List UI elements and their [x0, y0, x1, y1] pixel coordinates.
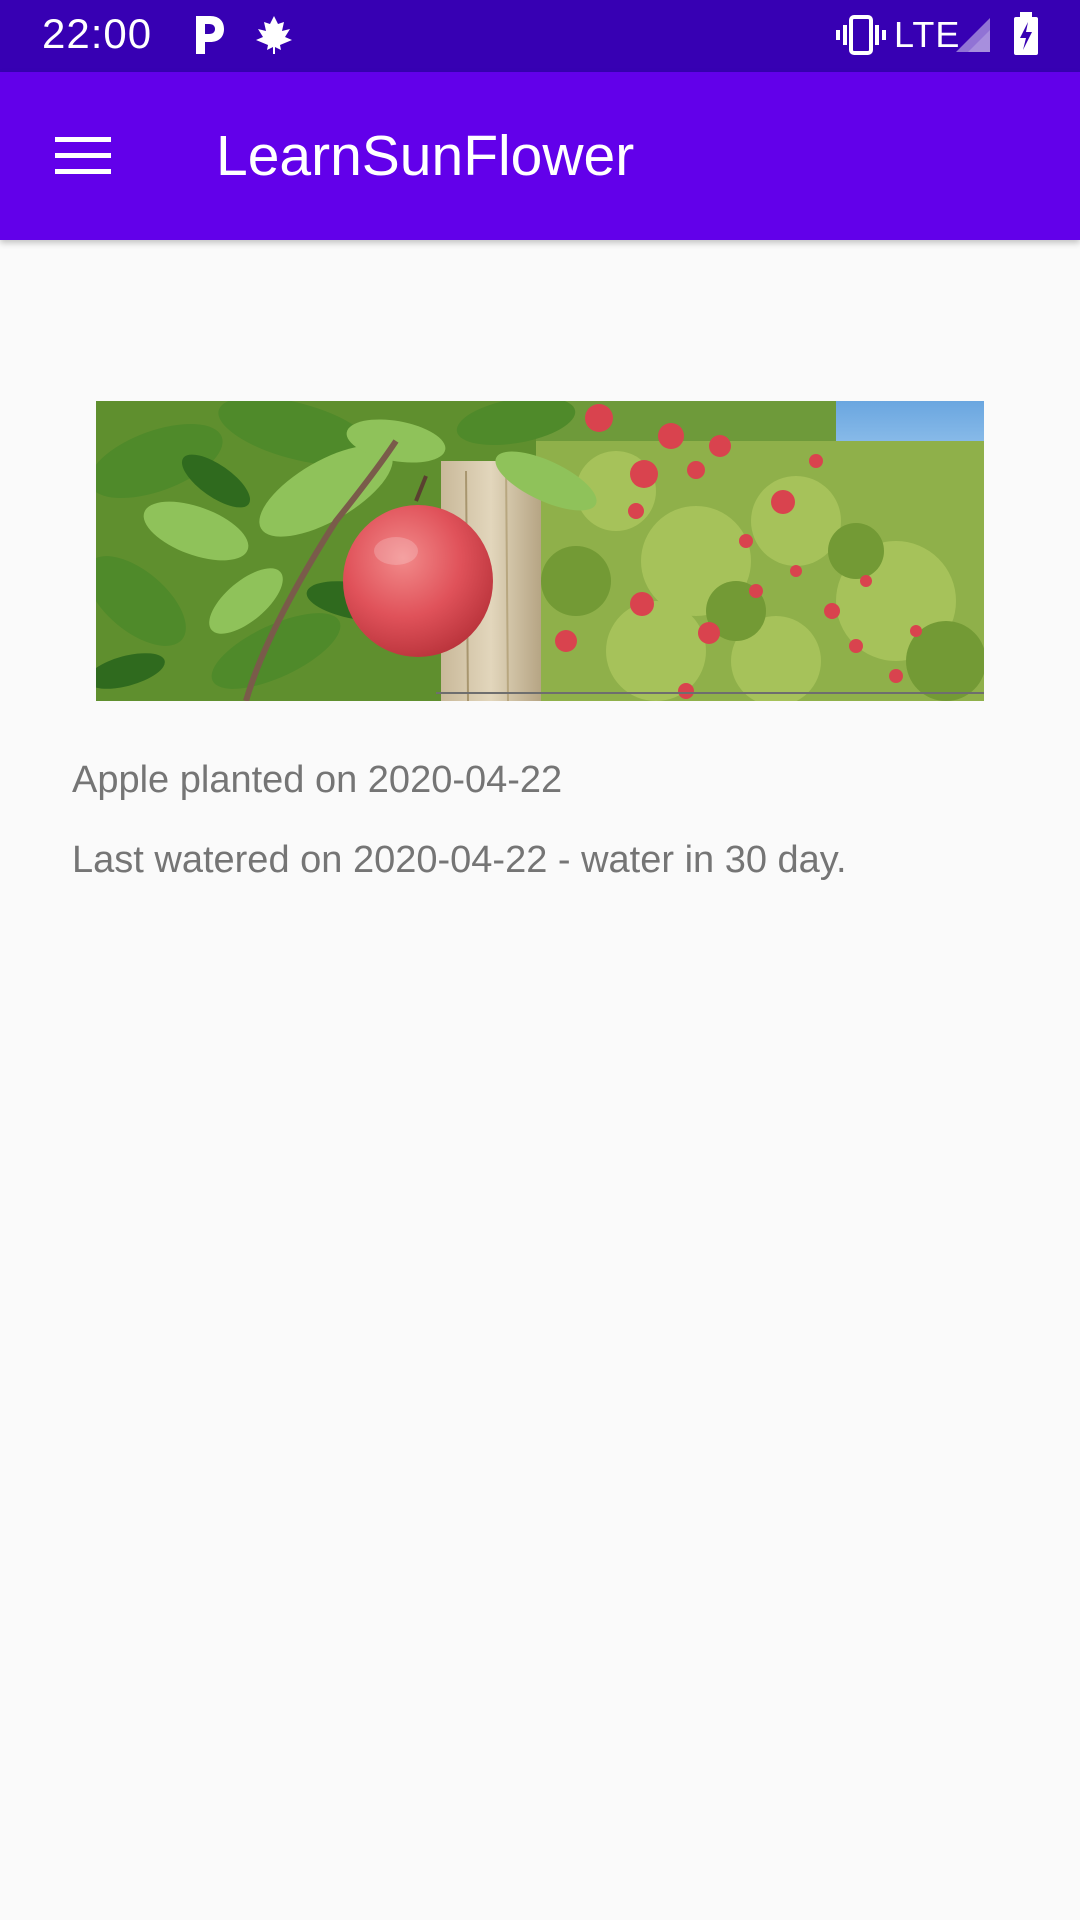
app-title: LearnSunFlower: [216, 124, 635, 188]
status-time: 22:00: [42, 10, 153, 57]
maple-leaf-icon: [254, 14, 294, 61]
status-bar: 22:00 LTE: [0, 0, 1080, 72]
planted-date-text: Apple planted on 2020-04-22: [72, 759, 563, 801]
signal-icon: [954, 16, 992, 59]
battery-charging-icon: [1012, 12, 1040, 61]
network-type: LTE: [894, 14, 961, 55]
plant-image: [96, 401, 984, 701]
apple-orchard-photo: [96, 401, 984, 701]
hamburger-menu-icon[interactable]: [40, 112, 128, 200]
p-notification-icon: [192, 14, 226, 61]
watered-date-text: Last watered on 2020-04-22 - water in 30…: [72, 839, 847, 881]
app-bar: LearnSunFlower: [0, 72, 1080, 240]
vibrate-icon: [836, 14, 886, 61]
